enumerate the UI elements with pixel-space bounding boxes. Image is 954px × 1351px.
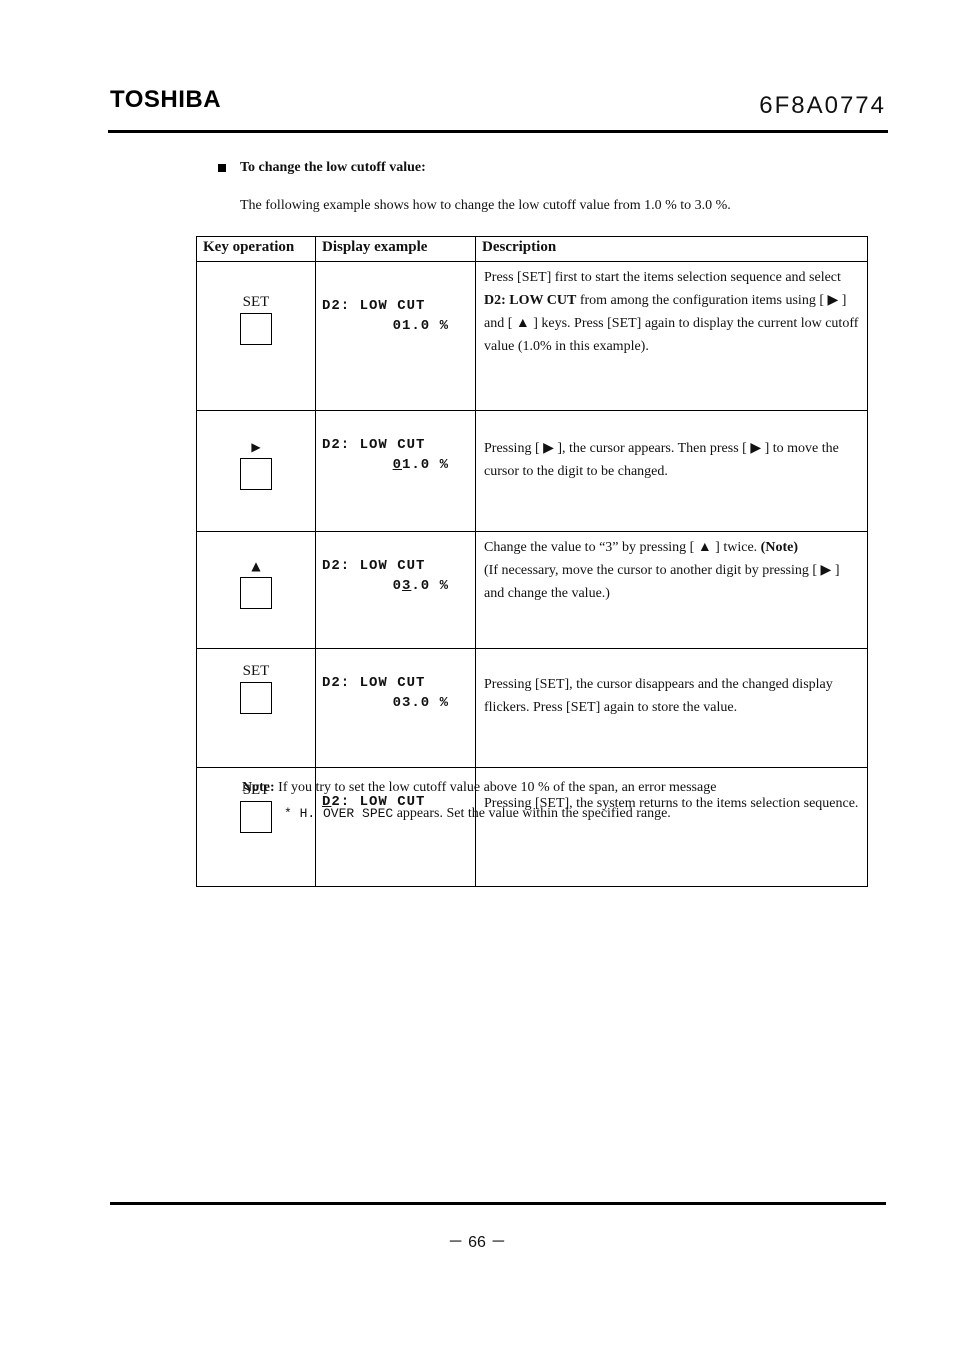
display-line-1: D2: LOW CUT: [322, 558, 426, 574]
description-extra: (If necessary, move the cursor to anothe…: [484, 563, 840, 601]
page-number: － 66 －: [447, 1234, 507, 1251]
right-key-icon: [240, 458, 272, 490]
document-number: 6F8A0774: [759, 92, 886, 119]
display-line-2: 01.0 %: [392, 318, 449, 334]
description-bold-item: D2: LOW CUT: [484, 293, 577, 308]
note-reference: (Note): [760, 540, 798, 555]
key-operation-cell: SET: [196, 648, 316, 768]
display-line-1: D2: LOW CUT: [322, 437, 426, 453]
display-line-2-rest: .0 %: [411, 578, 449, 594]
display-line-2-rest: 1.0 %: [401, 457, 449, 473]
header-rule: [108, 130, 888, 133]
cursor-digit: 3: [401, 578, 412, 594]
description-cell: Pressing [ ▶ ], the cursor appears. Then…: [475, 410, 868, 532]
display-line-2: 01.0 %: [322, 457, 475, 473]
header-description: Description: [475, 236, 868, 262]
footer-rule: [110, 1202, 886, 1205]
note-text: If you try to set the low cutoff value a…: [274, 780, 717, 795]
brand-logo: TOSHIBA: [110, 86, 222, 113]
display-line-2: 03.0 %: [392, 695, 449, 711]
set-key-icon: [240, 682, 272, 714]
key-operation-cell: ▶: [196, 410, 316, 532]
header-display-example: Display example: [315, 236, 476, 262]
table-row: ▶ D2: LOW CUT 01.0 % Pressing [ ▶ ], the…: [196, 410, 868, 532]
header-key-operation: Key operation: [196, 236, 316, 262]
cursor-digit: 0: [392, 457, 402, 473]
display-example-cell: D2: LOW CUT 03.0 %: [315, 531, 476, 649]
section-heading: To change the low cutoff value:: [218, 160, 426, 176]
display-example-cell: D2: LOW CUT 01.0 %: [315, 261, 476, 411]
description-text: Change the value to “3” by pressing [ ▲ …: [484, 540, 761, 555]
note-text-2: appears. Set the value within the specif…: [393, 806, 671, 821]
set-key-icon: [240, 313, 272, 345]
key-label: SET: [242, 663, 270, 679]
display-line-2-pre: 0: [392, 578, 402, 594]
intro-paragraph: The following example shows how to chang…: [240, 198, 731, 213]
right-arrow-icon: ▶: [251, 440, 261, 454]
display-example-cell: D2: LOW CUT 03.0 %: [315, 648, 476, 768]
display-line-1: D2: LOW CUT: [322, 675, 426, 691]
display-line-1: D2: LOW CUT: [322, 298, 426, 314]
set-key-icon: [240, 801, 272, 833]
error-message: * H. OVER SPEC: [284, 806, 394, 821]
display-example-cell: D2: LOW CUT 01.0 %: [315, 410, 476, 532]
table-row: SET D2: LOW CUT 01.0 % Press [SET] first…: [196, 261, 868, 411]
key-operation-cell: ▲: [196, 531, 316, 649]
table-header-row: Key operation Display example Descriptio…: [196, 236, 868, 262]
section-title: To change the low cutoff value:: [240, 160, 426, 175]
note-paragraph: Note: If you try to set the low cutoff v…: [242, 780, 716, 796]
display-line-2: 03.0 %: [322, 578, 475, 594]
note-label: Note:: [242, 780, 275, 795]
table-row: SET D2: LOW CUT 03.0 % Pressing [SET], t…: [196, 648, 868, 768]
key-label: SET: [242, 294, 270, 310]
key-operation-cell: SET: [196, 261, 316, 411]
up-arrow-icon: ▲: [251, 559, 261, 573]
description-cell: Pressing [SET], the cursor disappears an…: [475, 648, 868, 768]
note-continuation: * H. OVER SPEC appears. Set the value wi…: [284, 806, 671, 822]
description-cell: Change the value to “3” by pressing [ ▲ …: [475, 531, 868, 649]
description-text: Press [SET] first to start the items sel…: [484, 270, 841, 285]
up-key-icon: [240, 577, 272, 609]
square-bullet-icon: [218, 164, 226, 172]
description-cell: Press [SET] first to start the items sel…: [475, 261, 868, 411]
table-row: ▲ D2: LOW CUT 03.0 % Change the value to…: [196, 531, 868, 649]
